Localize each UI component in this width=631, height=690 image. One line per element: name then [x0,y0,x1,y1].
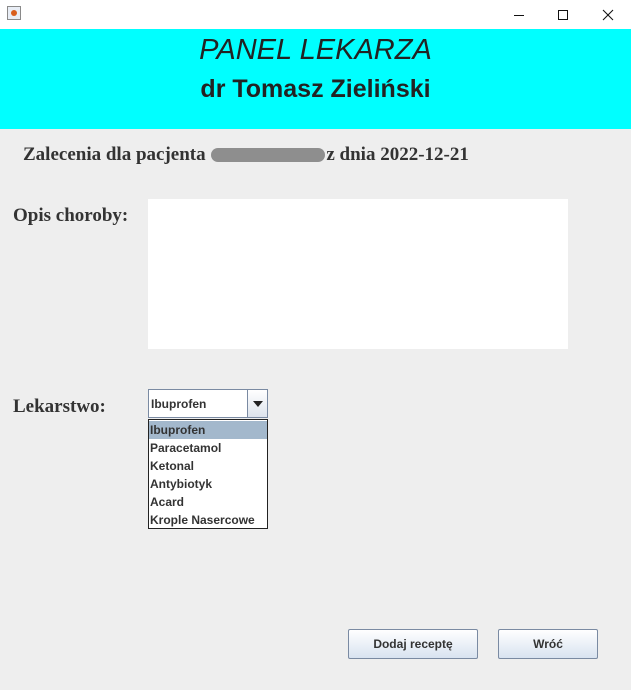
recommendation-date: z dnia 2022-12-21 [326,144,469,165]
dropdown-option-ketonal[interactable]: Ketonal [149,457,267,475]
dropdown-option-krople-nasercowe[interactable]: Krople Nasercowe [149,511,267,529]
minimize-button[interactable] [496,0,542,29]
add-prescription-button[interactable]: Dodaj receptę [348,629,478,659]
doctor-name: dr Tomasz Zieliński [200,75,431,103]
close-button[interactable] [585,0,631,29]
panel-title: PANEL LEKARZA [199,34,432,66]
medicine-combobox[interactable]: Ibuprofen [148,389,268,418]
dropdown-arrow-button[interactable] [247,390,267,417]
maximize-icon [558,9,568,20]
dropdown-option-antybiotyk[interactable]: Antybiotyk [149,475,267,493]
chevron-down-icon [252,400,263,407]
recommendation-heading: Zalecenia dla pacjenta z dnia 2022-12-21 [23,144,469,166]
dropdown-option-acard[interactable]: Acard [149,493,267,511]
description-textarea[interactable] [148,199,568,349]
close-icon [602,9,614,20]
description-label: Opis choroby: [13,205,129,226]
recommendation-prefix: Zalecenia dla pacjenta [23,144,206,165]
dropdown-option-paracetamol[interactable]: Paracetamol [149,439,267,457]
title-bar [0,0,631,29]
back-button[interactable]: Wróć [498,629,598,659]
maximize-button[interactable] [540,0,586,29]
header-panel: PANEL LEKARZA dr Tomasz Zieliński [0,29,631,129]
medicine-dropdown-list: Ibuprofen Paracetamol Ketonal Antybiotyk… [148,419,268,529]
medicine-label: Lekarstwo: [13,396,106,417]
medicine-selected-value: Ibuprofen [151,397,207,411]
java-icon [7,6,21,20]
redacted-patient-name [211,148,326,162]
minimize-icon [514,14,524,16]
dropdown-option-ibuprofen[interactable]: Ibuprofen [149,421,267,439]
